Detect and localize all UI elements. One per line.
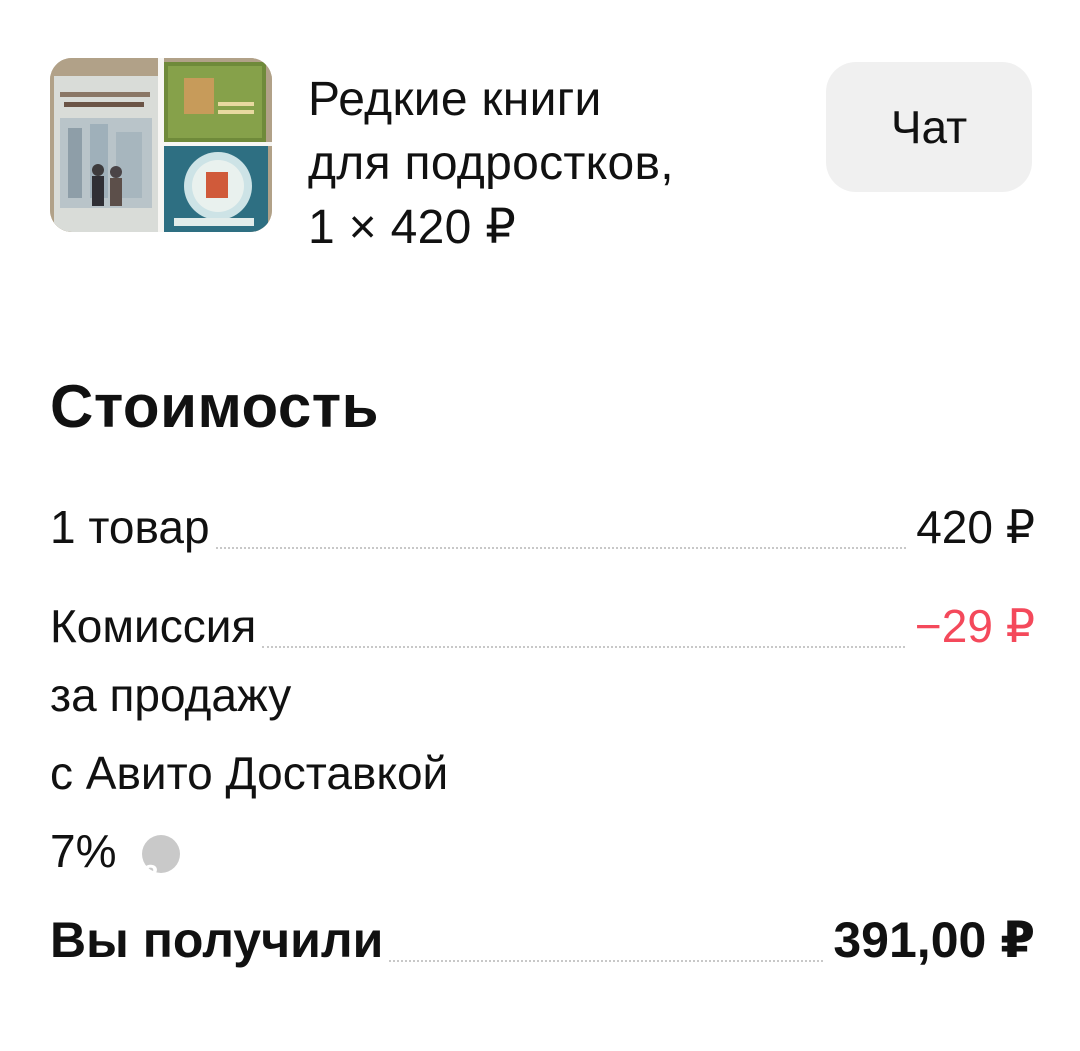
dotted-leader bbox=[389, 960, 824, 962]
dotted-leader bbox=[262, 646, 905, 648]
cost-row-total: Вы получили 391,00 ₽ bbox=[50, 910, 1035, 970]
commission-description: за продажу с Авито Доставкой 7% ? bbox=[50, 656, 1035, 890]
question-circle-icon[interactable]: ? bbox=[142, 835, 181, 889]
product-title-line-1: Редкие книги bbox=[308, 73, 602, 126]
total-label: Вы получили bbox=[50, 912, 384, 968]
total-value: 391,00 ₽ bbox=[833, 912, 1035, 968]
items-label: 1 товар bbox=[50, 501, 210, 553]
items-value: 420 ₽ bbox=[916, 501, 1035, 553]
order-cost-screen: Редкие книги для подростков, 1 × 420 ₽ Ч… bbox=[0, 0, 1080, 1051]
cost-row-commission: Комиссия −29 ₽ за продажу с Авито Достав… bbox=[50, 596, 1035, 890]
commission-label-line-2: за продажу bbox=[50, 669, 292, 721]
dotted-leader bbox=[215, 547, 907, 549]
product-title-line-2: для подростков, bbox=[308, 137, 674, 190]
commission-label: Комиссия bbox=[50, 600, 257, 652]
commission-label-line-3: с Авито Доставкой bbox=[50, 747, 449, 799]
product-title[interactable]: Редкие книги для подростков, 1 × 420 ₽ bbox=[308, 68, 828, 260]
product-header: Редкие книги для подростков, 1 × 420 ₽ Ч… bbox=[50, 58, 1035, 268]
commission-percent: 7% bbox=[50, 825, 117, 877]
book-collage-image bbox=[50, 58, 272, 232]
cost-section-title: Стоимость bbox=[50, 373, 380, 440]
product-thumbnail[interactable] bbox=[50, 58, 272, 232]
commission-percent-line: 7% ? bbox=[50, 812, 1035, 890]
commission-value: −29 ₽ bbox=[914, 600, 1035, 652]
product-quantity-price: 1 × 420 ₽ bbox=[308, 201, 517, 254]
chat-button[interactable]: Чат bbox=[826, 62, 1032, 192]
cost-row-items: 1 товар 420 ₽ bbox=[50, 497, 1035, 557]
